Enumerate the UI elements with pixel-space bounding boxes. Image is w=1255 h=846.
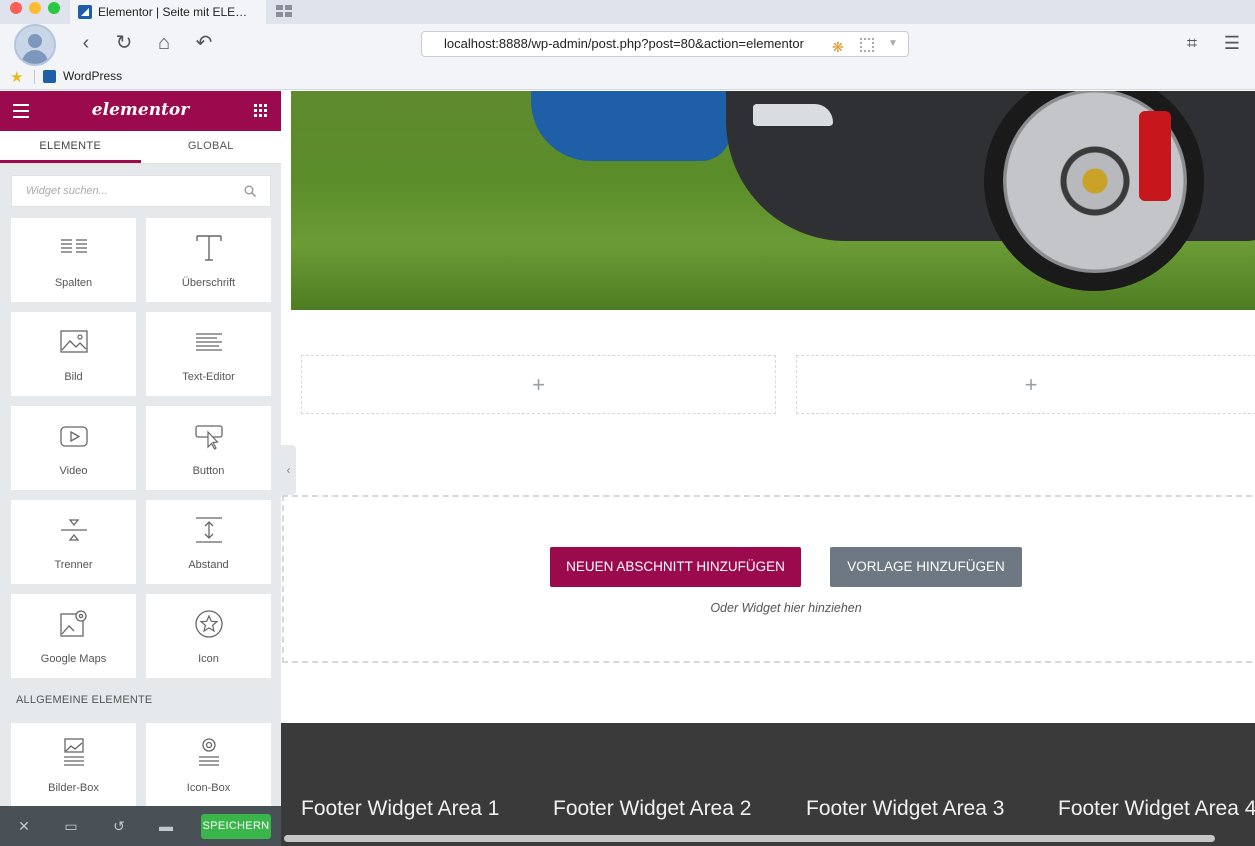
widget-label: Button	[192, 465, 225, 477]
tab-global[interactable]: GLOBAL	[141, 131, 282, 163]
menu-icon[interactable]: ☰	[1221, 32, 1243, 54]
tab-elemente[interactable]: ELEMENTE	[0, 131, 141, 163]
bookmark-divider	[34, 70, 35, 84]
bookmark-wordpress[interactable]: WordPress	[63, 69, 122, 83]
widget-label: Video	[59, 465, 88, 477]
browser-tab[interactable]: Elementor | Seite mit ELE…	[70, 0, 266, 24]
crop-icon[interactable]: ⌗	[1181, 32, 1203, 54]
widget-ueberschrift[interactable]: Überschrift	[146, 218, 271, 302]
divider-icon	[61, 519, 87, 541]
widget-label: Spalten	[54, 277, 93, 289]
panel-footer: ✕ ▭ ↺ ▬ SPEICHERN	[0, 806, 281, 846]
url-text: localhost:8888/wp-admin/post.php?post=80…	[444, 36, 804, 51]
widget-label: Bilder-Box	[48, 782, 99, 794]
tab-grid-icon[interactable]	[276, 5, 292, 17]
address-bar[interactable]: localhost:8888/wp-admin/post.php?post=80…	[421, 31, 909, 57]
undo-icon[interactable]: ↶	[193, 32, 215, 54]
site-footer: Footer Widget Area 1 Footer Widget Area …	[281, 723, 1255, 846]
close-window-icon[interactable]	[10, 2, 22, 14]
button-icon	[195, 425, 223, 450]
panel-header: elementor	[0, 91, 281, 131]
reload-icon[interactable]: ↻	[113, 32, 135, 54]
footer-widget-area-title: Footer Widget Area 4	[1058, 797, 1255, 820]
widget-trenner[interactable]: Trenner	[11, 500, 136, 584]
maximize-window-icon[interactable]	[48, 2, 60, 14]
home-icon[interactable]: ⌂	[153, 32, 175, 54]
add-widget-plus-icon[interactable]: +	[302, 372, 775, 398]
browser-tab-bar: Elementor | Seite mit ELE…	[0, 0, 1255, 24]
apps-grid-icon[interactable]	[254, 104, 267, 117]
minimize-window-icon[interactable]	[29, 2, 41, 14]
heading-icon	[196, 235, 222, 261]
widget-bilder-box[interactable]: Bilder-Box	[11, 723, 136, 807]
bookmarks-bar: ★ WordPress	[0, 66, 400, 88]
icon-box-icon	[199, 738, 219, 766]
star-icon[interactable]: ★	[10, 68, 23, 86]
widget-bild[interactable]: Bild	[11, 312, 136, 396]
folder-icon[interactable]: ▬	[158, 818, 174, 834]
tab-title: Elementor | Seite mit ELE…	[98, 5, 248, 19]
section-heading-general: ALLGEMEINE ELEMENTE	[16, 694, 153, 706]
qr-code-icon[interactable]	[860, 38, 874, 52]
video-icon	[60, 426, 88, 447]
image-box-icon	[64, 738, 84, 766]
horizontal-scrollbar[interactable]	[284, 835, 1215, 842]
empty-column-2[interactable]: +	[796, 355, 1255, 414]
columns-icon	[61, 239, 87, 253]
profile-avatar[interactable]	[14, 24, 56, 66]
text-editor-icon	[196, 333, 222, 351]
wordpress-favicon-icon	[43, 70, 56, 83]
image-icon	[60, 330, 88, 353]
widget-text-editor[interactable]: Text-Editor	[146, 312, 271, 396]
google-maps-icon	[60, 610, 87, 637]
browser-toolbar: ‹ ↻ ⌂ ↶ localhost:8888/wp-admin/post.php…	[0, 24, 1255, 90]
widget-video[interactable]: Video	[11, 406, 136, 490]
add-new-section-button[interactable]: NEUEN ABSCHNITT HINZUFÜGEN	[550, 547, 801, 587]
widget-label: Text-Editor	[182, 371, 235, 383]
back-icon[interactable]: ‹	[75, 32, 97, 54]
save-button[interactable]: SPEICHERN	[201, 814, 271, 839]
widget-label: Icon	[198, 653, 219, 665]
widget-abstand[interactable]: Abstand	[146, 500, 271, 584]
drag-widget-hint: Oder Widget hier hinziehen	[710, 601, 862, 615]
close-icon[interactable]: ✕	[16, 818, 32, 834]
widget-label: Google Maps	[40, 653, 107, 665]
widget-button[interactable]: Button	[146, 406, 271, 490]
widget-icon[interactable]: Icon	[146, 594, 271, 678]
extension-icon[interactable]: ❋	[832, 35, 844, 59]
collapse-panel-chevron-left-icon[interactable]: ‹	[281, 445, 296, 495]
wordpress-favicon-icon	[78, 5, 92, 19]
search-placeholder: Widget suchen...	[26, 185, 108, 197]
widget-search-input[interactable]: Widget suchen...	[11, 175, 271, 207]
responsive-desktop-icon[interactable]: ▭	[63, 818, 79, 834]
widget-label: Überschrift	[181, 277, 236, 289]
widget-label: Trenner	[54, 559, 93, 571]
search-icon	[244, 185, 256, 197]
elementor-panel: elementor ELEMENTE GLOBAL Widget suchen.…	[0, 91, 281, 846]
add-widget-plus-icon[interactable]: +	[797, 372, 1255, 398]
footer-widget-area-title: Footer Widget Area 3	[806, 797, 1005, 820]
add-template-button[interactable]: VORLAGE HINZUFÜGEN	[830, 547, 1022, 587]
widget-label: Icon-Box	[186, 782, 231, 794]
widget-label: Abstand	[188, 559, 229, 571]
star-icon	[195, 610, 223, 638]
widget-label: Bild	[64, 371, 83, 383]
elementor-logo: elementor	[91, 100, 190, 120]
spacer-icon	[196, 517, 222, 543]
footer-widget-area-title: Footer Widget Area 2	[553, 797, 752, 820]
chevron-down-icon[interactable]: ▼	[888, 32, 898, 56]
history-icon[interactable]: ↺	[111, 818, 127, 834]
hero-image-car-on-grass	[291, 91, 1255, 310]
empty-column-1[interactable]: +	[301, 355, 776, 414]
footer-widget-area-title: Footer Widget Area 1	[301, 797, 500, 820]
panel-tabs: ELEMENTE GLOBAL	[0, 131, 281, 164]
widget-spalten[interactable]: Spalten	[11, 218, 136, 302]
widget-icon-box[interactable]: Icon-Box	[146, 723, 271, 807]
widget-google-maps[interactable]: Google Maps	[11, 594, 136, 678]
